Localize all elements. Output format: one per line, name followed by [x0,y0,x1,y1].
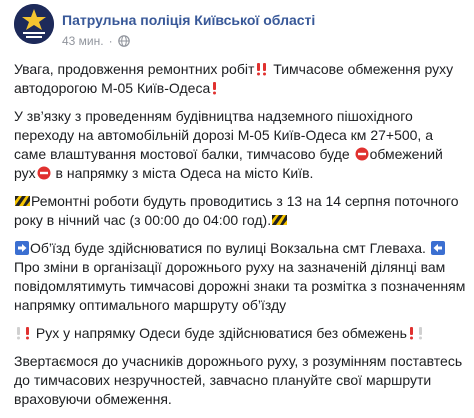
post-timestamp[interactable]: 43 мин. [62,34,104,48]
red-exclamation-icon [213,82,217,95]
post-meta: 43 мин. · [62,34,130,48]
page-avatar[interactable] [14,4,54,44]
no-entry-icon [37,166,51,180]
red-exclamation-icon [409,327,413,340]
white-exclamation-icon [418,327,422,340]
red-exclamation-icon [26,327,29,340]
post-paragraph: У зв’язку з проведенням будівництва надз… [14,107,466,183]
right-arrow-icon [15,241,29,255]
police-badge-icon [14,4,54,44]
text-segment: Рух у напрямку Одеси буде здійснюватися … [32,325,407,341]
left-arrow-icon [430,241,445,255]
post-paragraph: Об’їзд буде здійснюватися по вулиці Вокз… [14,239,466,315]
post-header: Патрульна поліція Київської області 43 м… [0,0,474,52]
text-segment: Об’їзд буде здійснюватися по вулиці Вокз… [30,240,426,256]
white-exclamation-icon [17,327,20,340]
meta-separator: · [108,34,113,48]
facebook-post: Патрульна поліція Київської області 43 м… [0,0,474,407]
no-entry-icon [355,147,369,161]
post-paragraph: Ремонтні роботи будуть проводитись з 13 … [14,192,466,230]
double-exclamation-icon [257,63,267,76]
post-paragraph: Звертаємося до учасників дорожнього руху… [14,352,466,409]
text-segment: Увага, продовження ремонтних робіт [14,61,255,77]
text-segment: в напрямку з міста Одеса на місто Київ. [51,165,314,181]
page-name-link[interactable]: Патрульна поліція Київської області [62,12,315,28]
text-segment: Про зміни в організації дорожнього руху … [14,259,466,313]
construction-icon [272,215,288,225]
post-paragraph: Увага, продовження ремонтних робіт Тимча… [14,60,466,98]
text-segment: Звертаємося до учасників дорожнього руху… [14,353,463,407]
construction-icon [15,196,30,206]
post-text: Увага, продовження ремонтних робіт Тимча… [14,60,466,418]
globe-icon[interactable] [117,35,130,47]
text-segment: Ремонтні роботи будуть проводитись з 13 … [14,193,459,228]
post-paragraph: Рух у напрямку Одеси буде здійснюватися … [14,324,466,343]
